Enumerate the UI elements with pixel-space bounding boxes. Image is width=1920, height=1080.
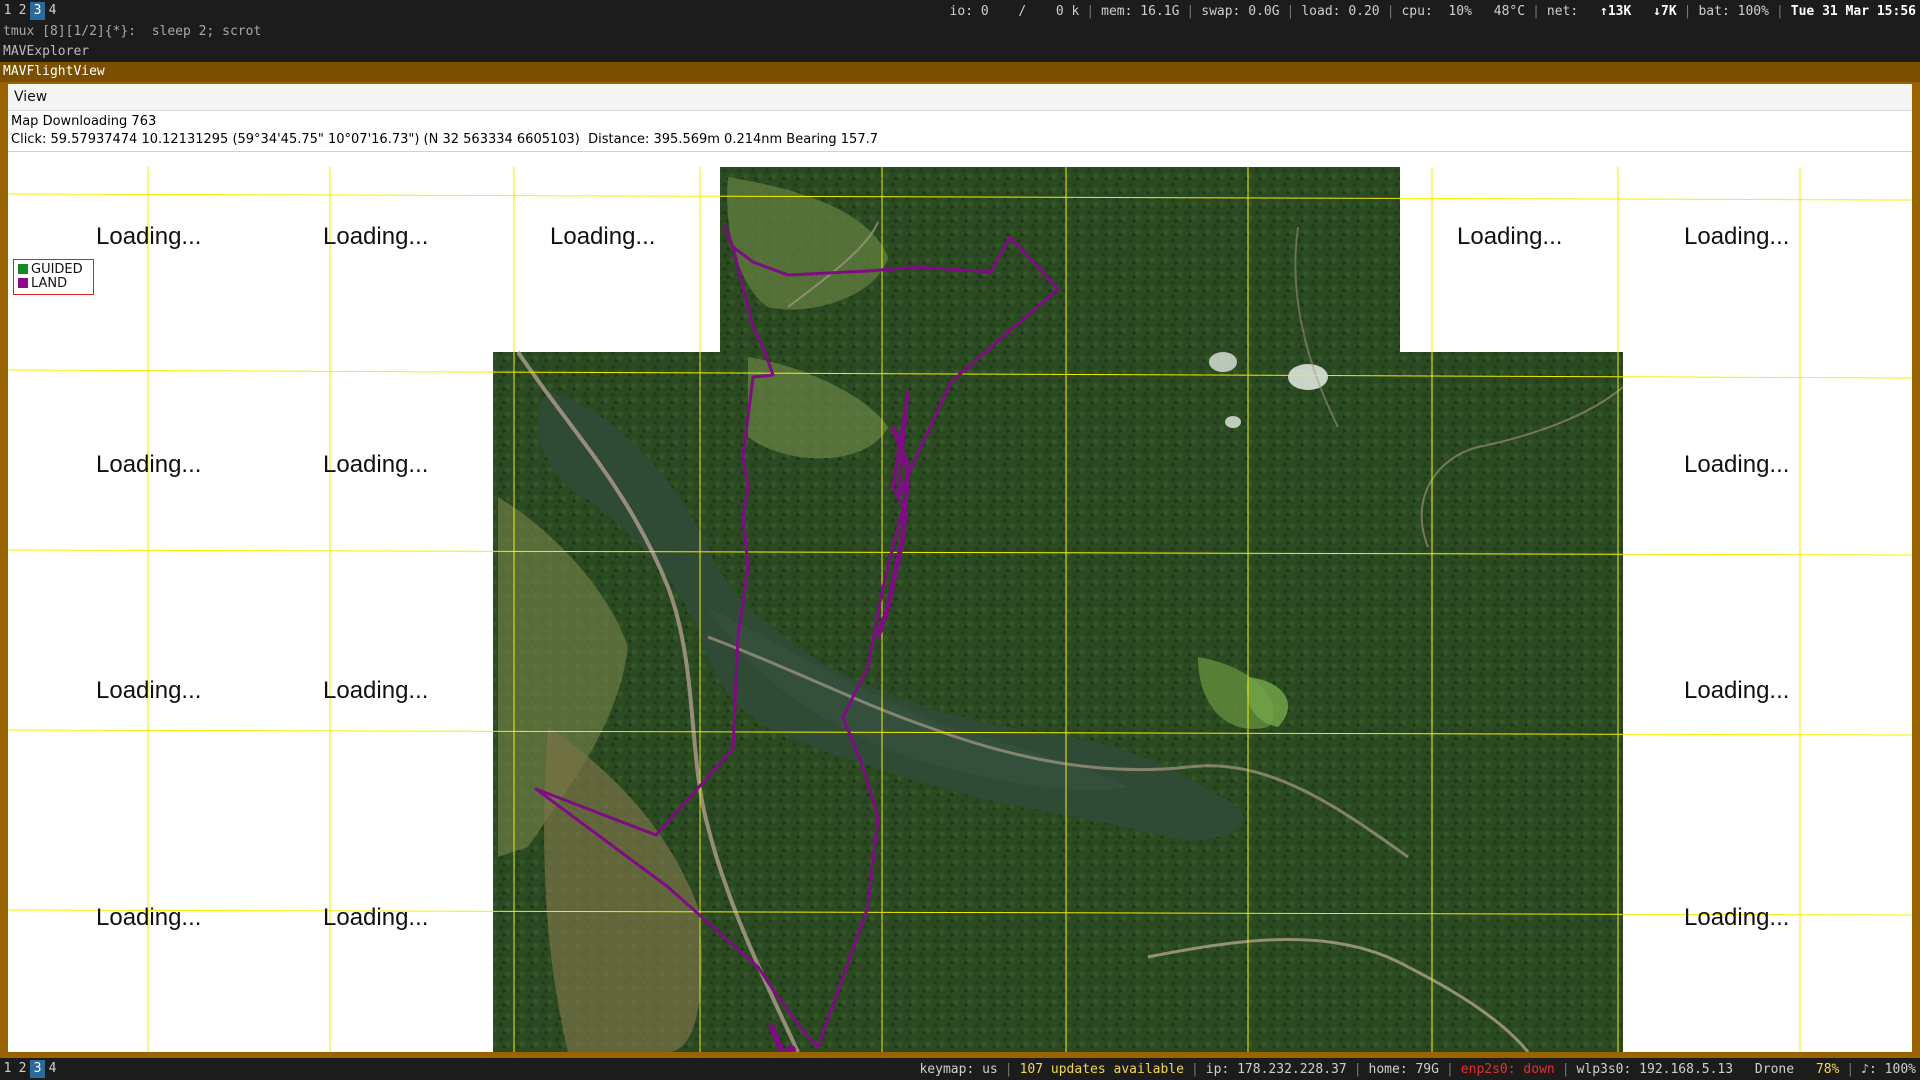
loading-tile: Loading... [1684,451,1789,478]
workspace-1[interactable]: 1 [0,1060,15,1078]
workspace-switcher[interactable]: 1 2 3 4 [0,0,60,22]
clock: Tue 31 Mar 15:56 [1790,3,1916,19]
mavflightview-window: View Map Downloading 763 Click: 59.57937… [8,84,1912,1052]
io-rate: 0 k [1055,3,1080,19]
loading-tile: Loading... [96,677,201,704]
wifi-strength: 78% [1815,1061,1840,1077]
info-panel: Map Downloading 763 Click: 59.57937474 1… [8,111,1912,152]
workspace-4[interactable]: 4 [45,2,60,20]
net-label: net: [1546,3,1579,19]
system-status: io: 0 / 0 k | mem: 16.1G | swap: 0.0G | load: … [949,3,1916,19]
home-disk-status: home: 79G [1368,1061,1439,1077]
window-title-mavflightview[interactable]: MAVFlightView [0,62,1920,82]
net-down: ↓7K [1653,3,1677,19]
wifi-status: wlp3s0: 192.168.5.13 [1576,1061,1734,1077]
legend-swatch [18,278,28,288]
workspace-3-active[interactable]: 3 [30,1060,45,1078]
mem-status: mem: 16.1G [1101,3,1180,19]
tmux-command-line: tmux [8][1/2]{*}: sleep 2; scrot [0,22,1920,42]
workspace-2[interactable]: 2 [15,2,30,20]
loading-tile: Loading... [1457,223,1562,250]
menu-view[interactable]: View [8,84,53,110]
loading-tile: Loading... [1684,904,1789,931]
workspace-switcher-bottom[interactable]: 1 2 3 4 [0,1058,60,1080]
loading-tile: Loading... [96,904,201,931]
click-info: Click: 59.57937474 10.12131295 (59°34'45… [11,132,878,147]
loading-tile: Loading... [323,223,428,250]
legend-label: LAND [31,276,68,291]
loading-tile: Loading... [1684,677,1789,704]
temp-status: 48°C [1493,3,1526,19]
loading-tile: Loading... [323,451,428,478]
loading-tile: Loading... [550,223,655,250]
battery-status: bat: 100% [1698,3,1769,19]
download-status: Map Downloading 763 [11,114,157,129]
cpu-status: cpu: 10% [1401,3,1472,19]
updates-status[interactable]: 107 updates available [1020,1062,1184,1077]
map-svg[interactable]: Loading... Loading... Loading... Loading… [8,167,1912,1052]
load-status: load: 0.20 [1301,3,1380,19]
workspace-3-active[interactable]: 3 [30,2,45,20]
loading-tile: Loading... [96,223,201,250]
bottom-system-status: keymap: us | 107 updates available | ip: 178… [919,1061,1916,1077]
loading-tile: Loading... [323,677,428,704]
workspace-1[interactable]: 1 [0,2,15,20]
legend-item-land: LAND [18,277,67,291]
loading-tile: Loading... [323,904,428,931]
legend-label: GUIDED [31,262,83,277]
ip-status: ip: 178.232.228.37 [1205,1061,1347,1077]
io-status: io: 0 [949,3,989,19]
workspace-2[interactable]: 2 [15,1060,30,1078]
io-separator: / [1018,3,1027,19]
loading-tile: Loading... [96,451,201,478]
window-title-mavexplorer[interactable]: MAVExplorer [0,42,1920,62]
ethernet-status: enp2s0: down [1460,1061,1555,1077]
loading-tile: Loading... [1684,223,1789,250]
top-status-bar: 1 2 3 4 io: 0 / 0 k | mem: 16.1G | swap: 0.0… [0,0,1920,22]
legend-swatch [18,264,28,274]
keymap-status: keymap: us [919,1061,998,1077]
flight-mode-legend: GUIDED LAND [13,259,94,295]
wifi-ssid: Drone [1754,1061,1795,1077]
menu-bar: View [8,84,1912,111]
bottom-status-bar: 1 2 3 4 keymap: us | 107 updates available… [0,1058,1920,1080]
workspace-4[interactable]: 4 [45,1060,60,1078]
swap-status: swap: 0.0G [1201,3,1280,19]
satellite-imagery [493,167,1624,1052]
legend-item-guided: GUIDED [18,263,83,277]
map-canvas[interactable]: Loading... Loading... Loading... Loading… [8,167,1912,1052]
net-up: ↑13K [1600,3,1632,19]
volume-status[interactable]: ♪: 100% [1861,1062,1916,1077]
